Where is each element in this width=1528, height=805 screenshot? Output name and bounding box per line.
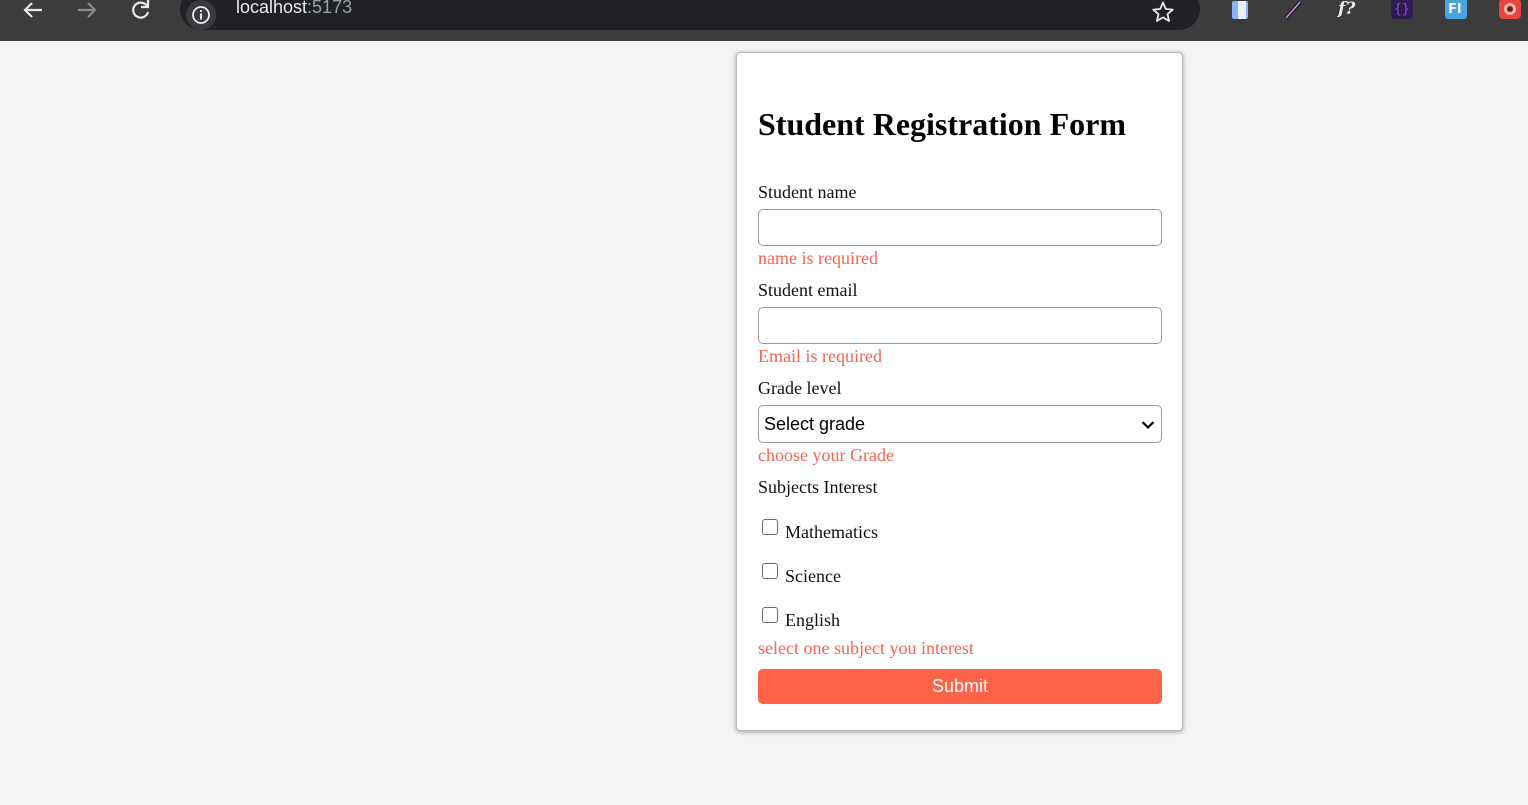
fi-extension-button[interactable]: FI	[1444, 0, 1468, 20]
sheet-extension-icon	[1232, 1, 1248, 19]
address-bar[interactable]: localhost:5173	[180, 0, 1200, 30]
bookmark-star-button[interactable]	[1150, 0, 1176, 24]
submit-button[interactable]: Submit	[758, 669, 1162, 704]
english-checkbox[interactable]	[762, 607, 778, 623]
json-extension-button[interactable]: {}	[1390, 0, 1414, 20]
student-name-input[interactable]	[758, 209, 1162, 246]
grade-level-error: choose your Grade	[758, 445, 894, 465]
grade-level-select[interactable]: Select grade	[758, 405, 1162, 443]
subjects-interest-label: Subjects Interest	[758, 477, 878, 497]
grade-selected-value: Select grade	[764, 414, 866, 434]
fontface-extension-icon: f?	[1337, 0, 1356, 19]
form-title: Student Registration Form	[758, 106, 1126, 142]
bug-extension-icon	[1499, 0, 1521, 19]
back-arrow-icon	[23, 2, 42, 18]
url-text[interactable]: localhost:5173	[236, 0, 352, 16]
registration-form-card: Student Registration Form Student name n…	[736, 52, 1183, 731]
svg-text:{}: {}	[1394, 2, 1410, 17]
fi-extension-icon: FI	[1445, 0, 1467, 19]
browser-toolbar: localhost:5173 f? {} FI	[0, 0, 1528, 41]
student-email-input[interactable]	[758, 307, 1162, 344]
student-name-error: name is required	[758, 248, 878, 268]
reload-button[interactable]	[126, 0, 156, 20]
fontface-extension-button[interactable]: f?	[1336, 0, 1360, 20]
forward-arrow-icon	[78, 2, 97, 18]
subjects-error: select one subject you interest	[758, 638, 974, 658]
pen-extension-icon	[1284, 0, 1302, 20]
url-port: :5173	[307, 0, 353, 17]
site-info-button[interactable]	[186, 0, 216, 30]
sheet-extension-button[interactable]	[1228, 0, 1252, 20]
bug-extension-button[interactable]	[1498, 0, 1522, 20]
forward-button[interactable]	[72, 0, 102, 20]
back-button[interactable]	[18, 0, 48, 20]
student-name-label: Student name	[758, 182, 857, 202]
url-host: localhost	[236, 0, 308, 17]
pen-extension-button[interactable]	[1282, 0, 1306, 20]
student-email-error: Email is required	[758, 346, 882, 366]
svg-text:FI: FI	[1448, 2, 1462, 17]
student-email-label: Student email	[758, 280, 858, 300]
science-label: Science	[785, 566, 841, 586]
grade-level-label: Grade level	[758, 378, 842, 398]
english-label: English	[785, 610, 841, 630]
science-checkbox[interactable]	[762, 563, 778, 579]
reload-icon	[132, 0, 150, 19]
star-icon	[1152, 1, 1174, 22]
info-icon	[192, 6, 210, 24]
mathematics-checkbox[interactable]	[762, 519, 778, 535]
mathematics-label: Mathematics	[785, 522, 878, 542]
svg-text:f?: f?	[1337, 0, 1356, 19]
chevron-down-icon	[1141, 421, 1155, 430]
json-extension-icon: {}	[1391, 0, 1413, 19]
